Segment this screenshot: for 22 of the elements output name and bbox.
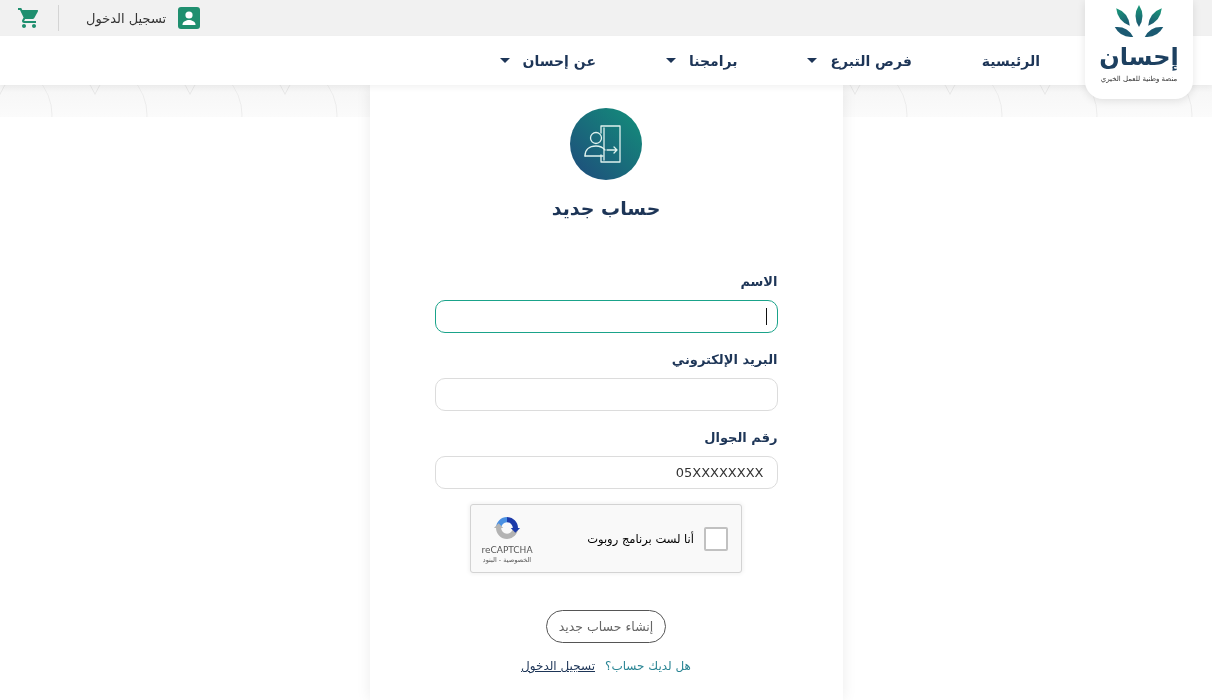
nav-item[interactable]: الرئيسية <box>981 52 1040 69</box>
text-cursor-icon <box>765 308 767 325</box>
captcha-brand: reCAPTCHA <box>481 545 533 556</box>
captcha-checkbox[interactable] <box>704 526 728 551</box>
field-label: رقم الجوال <box>704 430 778 446</box>
account-question: هل لديك حساب؟ <box>605 658 691 674</box>
cart-icon[interactable] <box>17 6 41 30</box>
circular-arrows-icon <box>493 514 521 542</box>
nav-item[interactable]: عن إحسان <box>499 52 596 69</box>
user-icon <box>178 7 201 29</box>
field-label: الاسم <box>740 274 778 290</box>
logo-wordmark: إحسان <box>1099 43 1179 71</box>
login-link[interactable]: تسجيل الدخول <box>86 7 201 29</box>
nav-item[interactable]: برامجنا <box>665 52 738 69</box>
captcha-label: أنا لست برنامج روبوت <box>587 531 694 546</box>
form-title: حساب جديد <box>551 197 661 219</box>
login-link[interactable]: تسجيل الدخول <box>521 658 595 674</box>
input-field[interactable] <box>434 300 778 333</box>
user-door-icon <box>570 108 642 180</box>
create-account-button[interactable]: إنشاء حساب جديد <box>545 610 667 643</box>
field-label: البريد الإلكتروني <box>671 352 778 368</box>
nav-item[interactable]: فرص التبرع <box>807 52 912 69</box>
